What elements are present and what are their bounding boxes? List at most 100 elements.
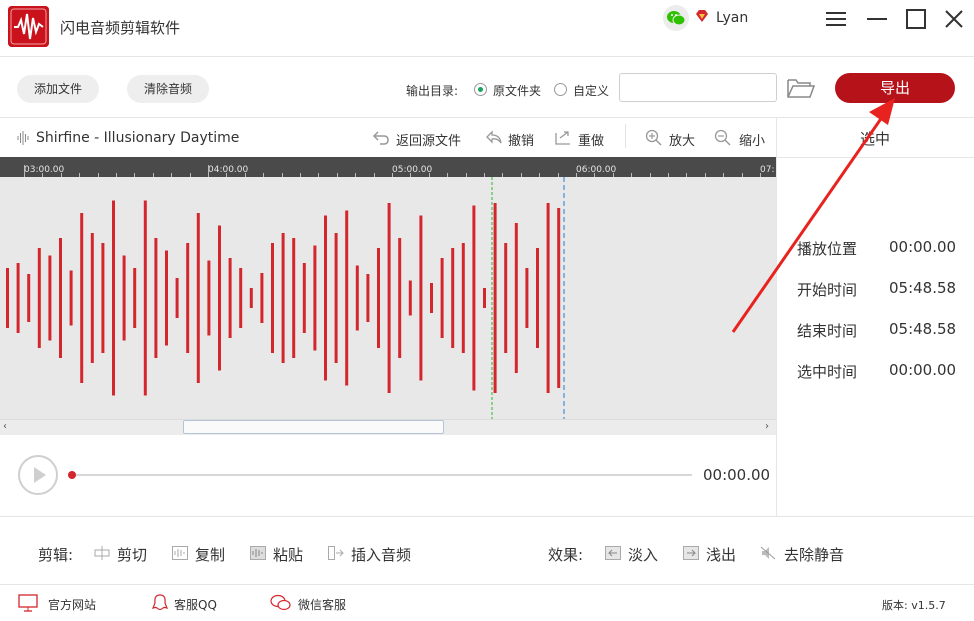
zoom-in-button[interactable]: 放大 <box>669 130 695 149</box>
edit-section-label: 剪辑: <box>38 546 74 564</box>
waveform-bar <box>186 243 190 353</box>
waveform-bar <box>133 268 137 328</box>
fade-in-button[interactable]: 淡入 <box>628 544 658 565</box>
redo-icon[interactable] <box>554 129 572 146</box>
waveform-bar <box>324 215 327 381</box>
website-icon[interactable] <box>18 594 38 612</box>
waveform-bar <box>260 273 264 323</box>
waveform-area[interactable] <box>0 177 776 419</box>
app-title: 闪电音频剪辑软件 <box>60 19 181 37</box>
fade-out-button[interactable]: 浅出 <box>706 544 736 565</box>
waveform-bar <box>175 278 179 318</box>
close-icon[interactable] <box>943 8 965 30</box>
website-link[interactable]: 官方网站 <box>48 596 96 613</box>
waveform-bar <box>483 288 486 308</box>
radio-custom[interactable] <box>554 83 567 96</box>
waveform-bar <box>112 200 115 396</box>
undo-icon[interactable] <box>485 129 503 146</box>
waveform-bar <box>6 268 9 328</box>
qq-service-link[interactable]: 客服QQ <box>174 596 217 613</box>
waveform-bar <box>281 233 285 363</box>
waveform-bar <box>504 243 508 353</box>
undo-button[interactable]: 撤销 <box>508 130 534 149</box>
effects-section-label: 效果: <box>548 546 584 564</box>
divider <box>776 117 777 517</box>
output-path-input[interactable] <box>619 73 777 102</box>
waveform-bar <box>90 233 94 363</box>
minimize-icon[interactable] <box>866 8 888 30</box>
export-button[interactable]: 导出 <box>835 73 955 103</box>
progress-track[interactable] <box>71 474 692 476</box>
cut-button[interactable]: 剪切 <box>117 544 147 565</box>
zoom-in-icon[interactable] <box>645 129 663 146</box>
waveform-bar <box>302 263 306 333</box>
radio-source-folder-label[interactable]: 原文件夹 <box>493 82 541 99</box>
waveform-bar <box>143 200 147 396</box>
waveform-bar <box>196 213 200 383</box>
divider <box>0 117 974 118</box>
add-file-button[interactable]: 添加文件 <box>17 75 99 103</box>
remove-silence-button[interactable]: 去除静音 <box>784 544 844 565</box>
fade-out-icon[interactable] <box>683 546 699 560</box>
play-position-label: 播放位置 <box>797 240 858 258</box>
paste-icon[interactable] <box>250 546 266 560</box>
waveform-bar <box>408 280 412 316</box>
scroll-left-icon[interactable]: ‹ <box>3 421 7 432</box>
divider <box>777 157 974 158</box>
folder-icon[interactable] <box>786 76 816 100</box>
vip-diamond-icon <box>695 10 709 25</box>
start-time-value[interactable]: 05:48.58 <box>889 279 956 297</box>
copy-button[interactable]: 复制 <box>195 544 225 565</box>
insert-audio-button[interactable]: 插入音频 <box>351 544 411 565</box>
waveform-bar <box>165 250 168 346</box>
scroll-right-icon[interactable]: › <box>765 421 769 432</box>
play-time: 00:00.00 <box>703 466 771 484</box>
copy-icon[interactable] <box>172 546 188 560</box>
username[interactable]: Lyan <box>716 10 748 26</box>
version-text: 版本: v1.5.7 <box>882 599 946 612</box>
ruler-label: 07: <box>760 165 775 175</box>
waveform-bar <box>451 248 455 348</box>
fade-in-icon[interactable] <box>605 546 621 560</box>
wechat-icon[interactable] <box>663 5 689 31</box>
menu-icon[interactable] <box>825 8 847 30</box>
ruler-label: 04:00.00 <box>208 165 249 175</box>
mute-icon[interactable] <box>760 546 776 560</box>
waveform-bar <box>355 265 359 331</box>
insert-audio-icon[interactable] <box>328 546 344 560</box>
radio-source-folder[interactable] <box>474 83 487 96</box>
waveform-bar <box>430 283 433 313</box>
waveform-bar <box>292 238 296 358</box>
ruler-label: 06:00.00 <box>576 165 617 175</box>
waveform-bar <box>472 205 476 391</box>
divider <box>0 584 974 585</box>
waveform-bar <box>154 238 158 358</box>
paste-button[interactable]: 粘贴 <box>273 544 303 565</box>
play-button[interactable] <box>18 455 58 495</box>
waveform-bar <box>80 213 84 383</box>
waveform-bar <box>334 233 338 363</box>
waveform-bar <box>461 243 465 353</box>
zoom-out-icon[interactable] <box>714 129 732 146</box>
waveform-bar <box>16 263 20 333</box>
redo-button[interactable]: 重做 <box>578 130 604 149</box>
waveform-bar <box>514 223 518 373</box>
ruler-tick <box>24 165 25 177</box>
wechat-service-icon[interactable] <box>270 594 291 612</box>
progress-handle[interactable] <box>68 471 76 479</box>
zoom-out-button[interactable]: 缩小 <box>739 130 765 149</box>
end-time-label: 结束时间 <box>797 322 858 340</box>
qq-icon[interactable] <box>150 594 170 612</box>
timeline-ruler[interactable]: 03:00.00 04:00.00 05:00.00 06:00.00 07: <box>0 157 776 177</box>
clear-audio-button[interactable]: 清除音频 <box>127 75 209 103</box>
end-time-value[interactable]: 05:48.58 <box>889 320 956 338</box>
waveform-bar <box>440 258 444 338</box>
radio-custom-label[interactable]: 自定义 <box>573 82 609 99</box>
cut-icon[interactable] <box>94 546 110 560</box>
maximize-icon[interactable] <box>905 8 927 30</box>
return-icon[interactable] <box>372 129 390 146</box>
scrollbar-thumb[interactable] <box>183 420 444 434</box>
waveform-bar <box>101 243 105 353</box>
back-to-source-button[interactable]: 返回源文件 <box>396 130 461 149</box>
wechat-service-link[interactable]: 微信客服 <box>298 596 346 613</box>
